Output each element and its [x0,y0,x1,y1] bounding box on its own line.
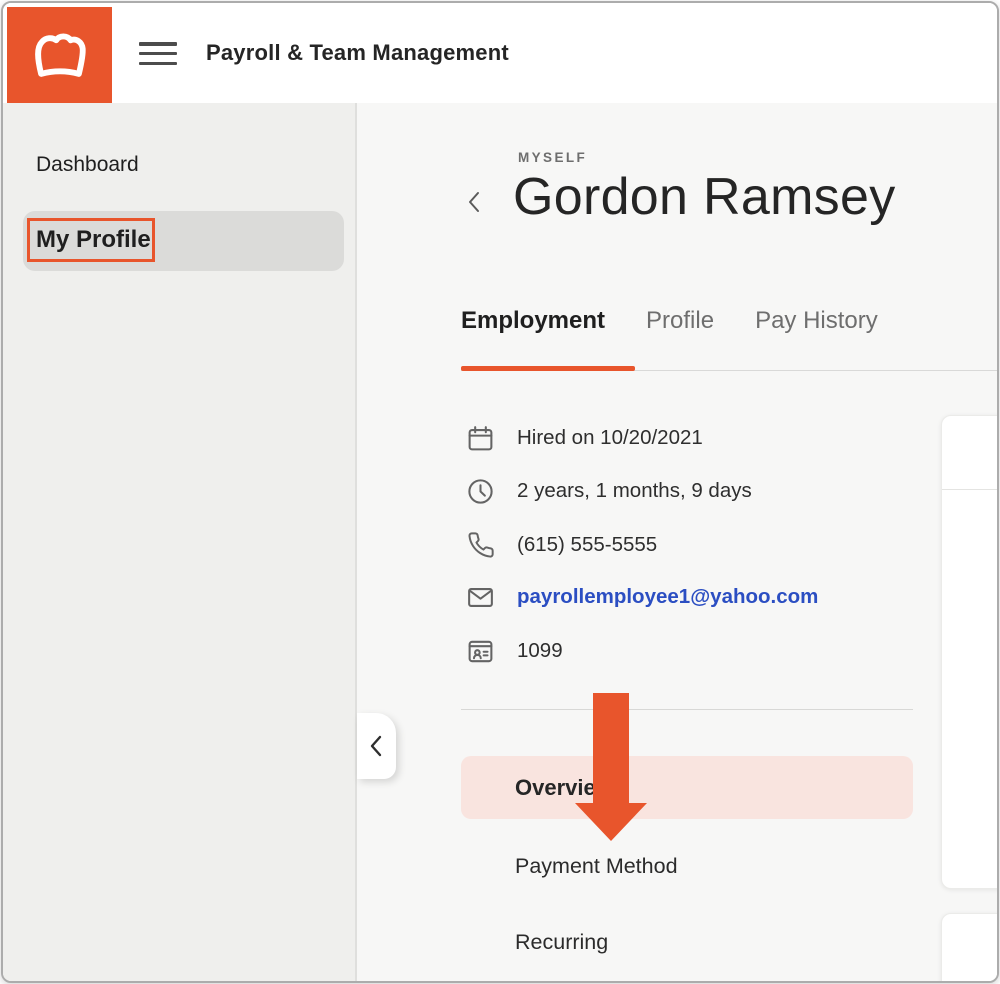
toast-logo[interactable] [7,7,112,103]
hamburger-menu-icon[interactable] [139,42,177,65]
detail-row-tenure: 2 years, 1 months, 9 days [465,474,752,508]
tab-bar: Employment Profile Pay History [461,307,878,335]
bread-slice-icon [26,21,94,89]
section-item-overview[interactable]: Overview [461,756,913,819]
side-panel-card [941,913,999,983]
chevron-left-icon [367,732,387,760]
email-link[interactable]: payrollemployee1@yahoo.com [517,585,818,609]
detail-row-employment-type: 1099 [465,634,563,668]
envelope-icon [465,582,496,613]
tab-profile[interactable]: Profile [646,307,714,335]
app-window: Payroll & Team Management Dashboard My P… [1,1,999,983]
sidebar-item-label: My Profile [30,226,151,254]
eyebrow-label: MYSELF [518,150,587,165]
detail-row-email: payrollemployee1@yahoo.com [465,580,818,614]
clock-icon [465,476,496,507]
calendar-icon [465,423,496,454]
back-button[interactable] [463,187,489,221]
top-header: Payroll & Team Management [3,3,997,103]
detail-row-phone: (615) 555-5555 [465,528,657,562]
active-tab-indicator [461,366,635,371]
phone-icon [465,530,496,561]
section-label: Overview [461,775,613,801]
page-title: Payroll & Team Management [206,3,509,103]
phone-text: (615) 555-5555 [517,533,657,557]
sidebar: Dashboard My Profile [3,103,357,981]
card-divider [942,489,999,490]
detail-row-hire-date: Hired on 10/20/2021 [465,421,703,455]
tenure-text: 2 years, 1 months, 9 days [517,479,752,503]
tab-employment[interactable]: Employment [461,307,605,335]
section-item-recurring[interactable]: Recurring [515,930,608,955]
sidebar-item-dashboard[interactable]: Dashboard [36,153,139,177]
sidebar-item-my-profile[interactable]: My Profile [23,211,344,271]
tab-pay-history[interactable]: Pay History [755,307,878,335]
employment-type-text: 1099 [517,639,563,663]
section-divider [461,709,913,710]
chevron-left-icon [463,187,485,217]
sidebar-collapse-button[interactable] [357,713,396,779]
id-card-icon [465,636,496,667]
highlight-box-annotation: My Profile [27,218,155,262]
hire-date-text: Hired on 10/20/2021 [517,426,703,450]
side-panel-card [941,415,999,889]
main-content: MYSELF Gordon Ramsey Employment Profile … [357,103,997,981]
employee-name-heading: Gordon Ramsey [513,167,896,227]
section-item-payment-method[interactable]: Payment Method [515,854,678,879]
